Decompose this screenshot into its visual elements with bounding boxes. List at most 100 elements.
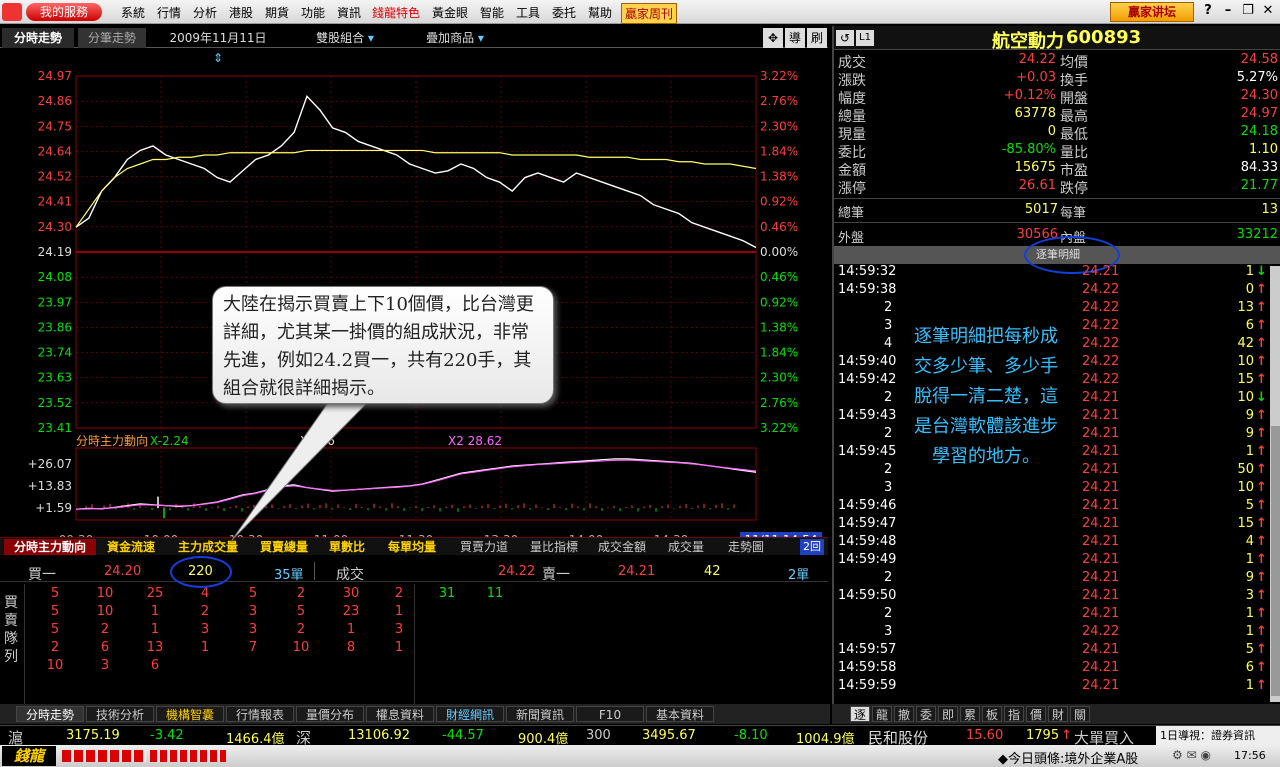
tick-time: 2 (884, 390, 893, 405)
tick-price: 24.21 (1082, 588, 1120, 603)
quote-value: 1.10 (1249, 142, 1278, 157)
tick-price: 24.22 (1082, 372, 1120, 387)
tick-time: 14:59:32 (838, 264, 897, 279)
total-trades-label: 總筆 (838, 206, 865, 221)
right-tab[interactable]: 撤 (894, 706, 914, 722)
queue-cell: 2 (296, 622, 306, 637)
quote-value: -85.80% (1001, 142, 1056, 157)
back-icon[interactable]: ↺ (836, 30, 854, 46)
up-arrow-icon: ↑ (1256, 498, 1267, 513)
tick-price: 24.21 (1082, 264, 1120, 279)
tick-time: 14:59:57 (838, 642, 897, 657)
tick-time: 3 (884, 624, 893, 639)
bottom-tab[interactable]: 財經網訊 (436, 706, 504, 722)
up-arrow-icon: ↑ (1256, 606, 1267, 621)
bottom-tab[interactable]: F10 (576, 706, 644, 722)
up-arrow-icon: ↑ (1256, 408, 1267, 423)
up-arrow-icon: ↑ (1256, 336, 1267, 351)
up-arrow-icon: ↑ (1256, 588, 1267, 603)
tick-volume: 1 (1245, 624, 1254, 639)
restore-icon[interactable]: ❐ (1240, 3, 1256, 21)
tick-price: 24.21 (1082, 552, 1120, 567)
quote-label: 現量 (838, 127, 866, 143)
queue-cell: 5 (50, 604, 60, 619)
bottom-tab[interactable]: 分時走勢 (16, 706, 84, 722)
queue-cell: 6 (100, 640, 110, 655)
quote-value: 5.27% (1236, 70, 1278, 85)
queue-cell: 3 (200, 622, 210, 637)
tick-volume: 9 (1245, 426, 1254, 441)
up-arrow-icon: ↑ (1256, 354, 1267, 369)
quote-value: 0 (1047, 124, 1056, 139)
up-arrow-icon: ↑ (1256, 372, 1267, 387)
queue-cell: 3 (100, 658, 110, 673)
tick-volume: 15 (1237, 516, 1254, 531)
tick-volume: 4 (1245, 534, 1254, 549)
tick-price: 24.22 (1082, 300, 1120, 315)
tick-volume: 10 (1237, 390, 1254, 405)
bottom-tab[interactable]: 量價分布 (296, 706, 364, 722)
tick-time: 2 (884, 606, 893, 621)
index-change: -44.57 (442, 728, 484, 743)
quote-label: 成交 (838, 55, 866, 71)
tick-volume: 0 (1245, 282, 1254, 297)
bottom-tab[interactable]: 新聞資訊 (506, 706, 574, 722)
right-tab[interactable]: 龍 (872, 706, 892, 722)
help-icon[interactable]: ? (1200, 3, 1216, 21)
right-tab[interactable]: 委 (916, 706, 936, 722)
tick-time: 14:59:43 (838, 408, 897, 423)
scrollbar-thumb[interactable] (1271, 426, 1280, 696)
tick-price: 24.21 (1082, 498, 1120, 513)
headline-text[interactable]: ◆今日頭條:境外企業A股 (998, 748, 1138, 767)
close-icon[interactable]: ✕ (1260, 3, 1276, 21)
right-tab[interactable]: 價 (1026, 706, 1046, 722)
tick-time: 2 (884, 462, 893, 477)
callout-box: 大陸在揭示買賣上下10個價，比台灣更詳細，尤其某一掛價的組成狀況，非常先進，例如… (212, 286, 554, 404)
down-arrow-icon: ↓ (1256, 264, 1267, 279)
bottom-tab[interactable]: 行情報表 (226, 706, 294, 722)
lecture-button[interactable]: 贏家讲坛 (1110, 2, 1194, 22)
up-arrow-icon: ↑ (1256, 300, 1267, 315)
inner-value: 33212 (1236, 227, 1278, 242)
guide-link[interactable]: 1日導視：證券資訊 (1156, 726, 1280, 745)
tick-time: 3 (884, 318, 893, 333)
queue-side-label: 買賣隊列 (4, 595, 18, 665)
tick-price: 24.21 (1082, 390, 1120, 405)
tick-time: 14:59:49 (838, 552, 897, 567)
queue-cell: 3 (248, 622, 258, 637)
right-tab[interactable]: 逐 (850, 706, 870, 722)
flash-stock-volume: 1795 (1026, 728, 1060, 743)
bottom-tab[interactable]: 機構智囊 (156, 706, 224, 722)
right-tab[interactable]: 關 (1070, 706, 1090, 722)
tick-price: 24.22 (1082, 318, 1120, 333)
right-tab[interactable]: 財 (1048, 706, 1068, 722)
tick-price: 24.21 (1082, 480, 1120, 495)
tick-price: 24.22 (1082, 354, 1120, 369)
right-tab[interactable]: 即 (938, 706, 958, 722)
level1-icon[interactable]: L1 (856, 30, 874, 46)
bottom-tab[interactable]: 技術分析 (86, 706, 154, 722)
per-trade-value: 13 (1261, 202, 1278, 217)
quote-label: 均價 (1060, 55, 1088, 71)
tick-time: 3 (884, 480, 893, 495)
bottom-tab[interactable]: 權息資料 (366, 706, 434, 722)
tick-volume: 3 (1245, 588, 1254, 603)
tick-price: 24.21 (1082, 408, 1120, 423)
tick-volume: 6 (1245, 660, 1254, 675)
index-value: 3495.67 (642, 728, 696, 743)
tick-volume: 5 (1245, 498, 1254, 513)
stock-name: 航空動力 (992, 31, 1064, 52)
minimize-icon[interactable]: – (1220, 3, 1236, 21)
right-tab[interactable]: 累 (960, 706, 980, 722)
right-tab[interactable]: 板 (982, 706, 1002, 722)
right-tab[interactable]: 指 (1004, 706, 1024, 722)
queue-cell: 1 (394, 604, 404, 619)
tick-price: 24.21 (1082, 678, 1120, 693)
quote-value: 24.22 (1018, 52, 1056, 67)
status-icons[interactable]: ⚙ ✉ ◉ (1172, 748, 1211, 762)
tick-time: 14:59:42 (838, 372, 897, 387)
queue-cell: 10 (292, 640, 310, 655)
tick-volume: 15 (1237, 372, 1254, 387)
bottom-tab[interactable]: 基本資料 (646, 706, 714, 722)
quote-value: 21.77 (1240, 178, 1278, 193)
